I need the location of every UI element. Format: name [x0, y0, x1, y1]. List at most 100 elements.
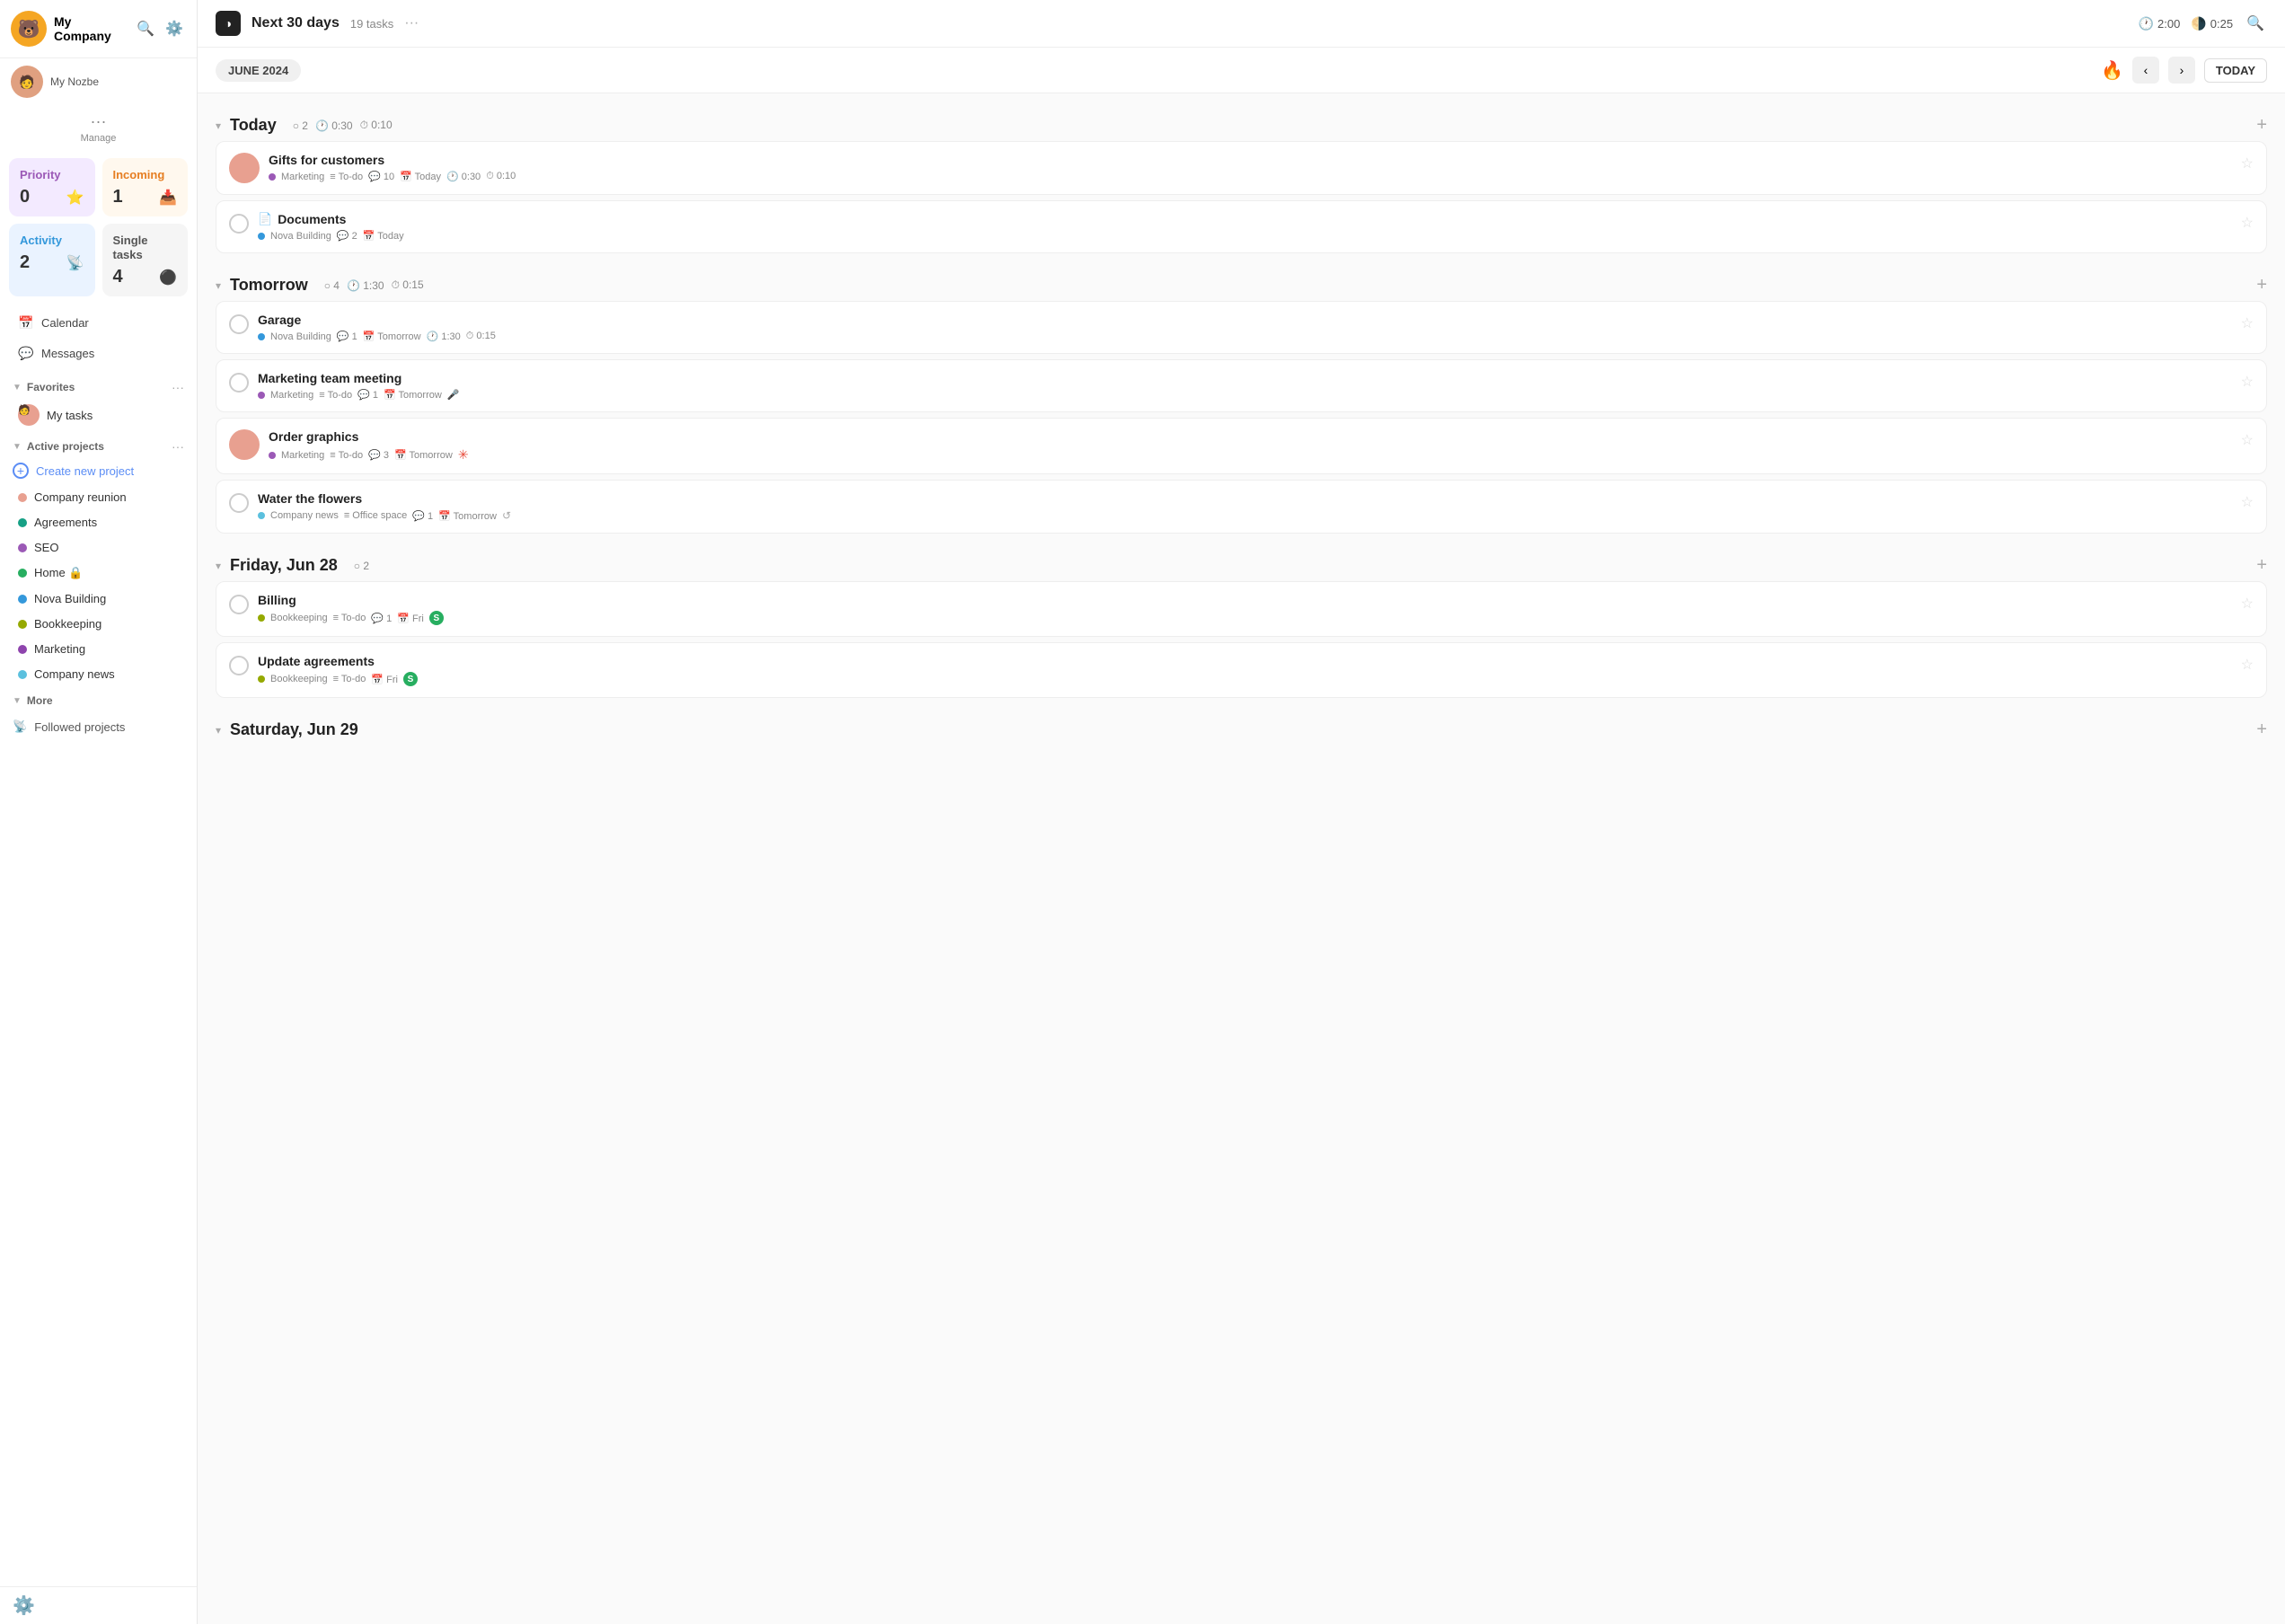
project-item[interactable]: Bookkeeping: [5, 612, 191, 636]
task-star-button[interactable]: ☆: [2241, 153, 2254, 172]
project-item[interactable]: SEO: [5, 535, 191, 560]
more-title: More: [27, 694, 53, 707]
task-count-badge: ○ 2: [293, 119, 308, 132]
task-meta: Company news ≡ Office space 💬 1 📅 Tomorr…: [258, 509, 2232, 522]
task-star-button[interactable]: ☆: [2241, 429, 2254, 449]
user-profile[interactable]: 🧑 My Nozbe: [0, 58, 197, 105]
sidebar-bottom: ⚙️: [0, 1586, 197, 1624]
task-section: ≡ To-do: [330, 450, 363, 461]
task-date: 📅 Fri: [371, 674, 398, 685]
active-projects-more[interactable]: ···: [172, 439, 184, 454]
settings-button[interactable]: ⚙️: [163, 17, 186, 40]
task-star-button[interactable]: ☆: [2241, 212, 2254, 232]
day-toggle[interactable]: ▾: [216, 724, 221, 737]
project-item[interactable]: Marketing: [5, 637, 191, 661]
task-item-water-flowers[interactable]: Water the flowers Company news ≡ Office …: [216, 480, 2267, 534]
day-toggle[interactable]: ▾: [216, 279, 221, 292]
avatar: 🧑: [11, 66, 43, 98]
create-project-button[interactable]: + Create new project: [0, 457, 197, 484]
task-name: Garage: [258, 313, 2232, 327]
task-project: Bookkeeping: [270, 613, 328, 623]
task-star-button[interactable]: ☆: [2241, 491, 2254, 511]
task-content: Order graphics Marketing ≡ To-do 💬 3 📅 T…: [269, 429, 2232, 463]
nav-calendar[interactable]: 📅 Calendar: [5, 308, 191, 338]
task-time-2: ⏱ 0:15: [466, 331, 496, 342]
task-checkbox[interactable]: [229, 314, 249, 334]
nav-messages[interactable]: 💬 Messages: [5, 339, 191, 368]
main-search-button[interactable]: 🔍: [2244, 12, 2267, 35]
task-comments: 💬 1: [357, 389, 378, 401]
project-item[interactable]: Nova Building: [5, 587, 191, 611]
my-tasks-label: My tasks: [47, 409, 93, 422]
followed-projects-item[interactable]: 📡 Followed projects: [0, 714, 197, 739]
add-task-button[interactable]: +: [2256, 555, 2267, 576]
task-checkbox[interactable]: [229, 214, 249, 234]
project-item[interactable]: Agreements: [5, 510, 191, 534]
task-checkbox[interactable]: [229, 493, 249, 513]
task-star-button[interactable]: ☆: [2241, 654, 2254, 674]
manage-button[interactable]: ··· Manage: [0, 105, 197, 151]
task-item-marketing-meeting[interactable]: Marketing team meeting Marketing ≡ To-do…: [216, 359, 2267, 412]
task-item-documents[interactable]: 📄 Documents Nova Building 💬 2 📅 Today ☆: [216, 200, 2267, 253]
add-task-button[interactable]: +: [2256, 275, 2267, 296]
task-checkbox[interactable]: [229, 656, 249, 675]
day-toggle[interactable]: ▾: [216, 560, 221, 572]
single-tasks-card[interactable]: Single tasks 4 ⚫: [102, 224, 189, 296]
task-comments: 💬 1: [412, 510, 433, 522]
favorites-more[interactable]: ···: [172, 380, 184, 394]
day-title: Tomorrow: [230, 276, 308, 295]
favorites-toggle[interactable]: ▼: [13, 383, 22, 393]
task-comments: 💬 1: [371, 613, 392, 624]
next-arrow[interactable]: ›: [2168, 57, 2195, 84]
add-task-button[interactable]: +: [2256, 115, 2267, 136]
task-star-button[interactable]: ☆: [2241, 313, 2254, 332]
timer-block-2: 🌗 0:25: [2191, 16, 2233, 31]
task-avatar: [229, 429, 260, 460]
project-dot: [269, 452, 276, 459]
task-checkbox[interactable]: [229, 373, 249, 393]
view-icon: ◑: [216, 11, 241, 36]
task-star-button[interactable]: ☆: [2241, 371, 2254, 391]
main-header: ◑ Next 30 days 19 tasks ··· 🕐 2:00 🌗 0:2…: [198, 0, 2285, 48]
task-item-billing[interactable]: Billing Bookkeeping ≡ To-do 💬 1 📅 Fri S …: [216, 581, 2267, 637]
task-item-update-agreements[interactable]: Update agreements Bookkeeping ≡ To-do 📅 …: [216, 642, 2267, 698]
active-projects-toggle[interactable]: ▼: [13, 442, 22, 452]
task-comments: 💬 3: [368, 449, 389, 461]
project-item[interactable]: Home 🔒: [5, 560, 191, 586]
user-name: My Nozbe: [50, 75, 99, 88]
settings-bottom-icon[interactable]: ⚙️: [13, 1596, 35, 1616]
priority-card[interactable]: Priority 0 ⭐: [9, 158, 95, 216]
day-toggle[interactable]: ▾: [216, 119, 221, 132]
prev-arrow[interactable]: ‹: [2132, 57, 2159, 84]
project-item[interactable]: Company news: [5, 662, 191, 686]
calendar-icon: 📅: [18, 315, 34, 331]
my-tasks-item[interactable]: 🧑 My tasks: [5, 399, 191, 431]
activity-count: 2: [20, 252, 30, 273]
task-checkbox[interactable]: [229, 595, 249, 614]
incoming-stat-row: 1 📥: [113, 187, 178, 207]
task-star-button[interactable]: ☆: [2241, 593, 2254, 613]
task-item-garage[interactable]: Garage Nova Building 💬 1 📅 Tomorrow 🕐 1:…: [216, 301, 2267, 354]
activity-card[interactable]: Activity 2 📡: [9, 224, 95, 296]
refresh-icon: ↺: [502, 509, 511, 522]
task-name: Update agreements: [258, 654, 2232, 668]
manage-label: Manage: [81, 133, 117, 144]
project-dot: [258, 614, 265, 622]
sidebar-header-icons: 🔍 ⚙️: [134, 17, 186, 40]
task-avatar: [229, 153, 260, 183]
header-dots[interactable]: ···: [404, 15, 419, 31]
search-button[interactable]: 🔍: [134, 17, 157, 40]
project-dot: [18, 670, 27, 679]
project-item[interactable]: Company reunion: [5, 485, 191, 509]
project-name: SEO: [34, 541, 58, 554]
add-task-button[interactable]: +: [2256, 719, 2267, 740]
more-toggle[interactable]: ▼: [13, 696, 22, 706]
activity-stat-row: 2 📡: [20, 252, 84, 273]
incoming-card[interactable]: Incoming 1 📥: [102, 158, 189, 216]
active-projects-title: Active projects: [27, 440, 104, 453]
task-item-order-graphics[interactable]: Order graphics Marketing ≡ To-do 💬 3 📅 T…: [216, 418, 2267, 474]
task-item-gifts[interactable]: Gifts for customers Marketing ≡ To-do 💬 …: [216, 141, 2267, 195]
task-section: ≡ Office space: [344, 510, 407, 521]
task-name: Marketing team meeting: [258, 371, 2232, 385]
today-button[interactable]: TODAY: [2204, 58, 2267, 83]
